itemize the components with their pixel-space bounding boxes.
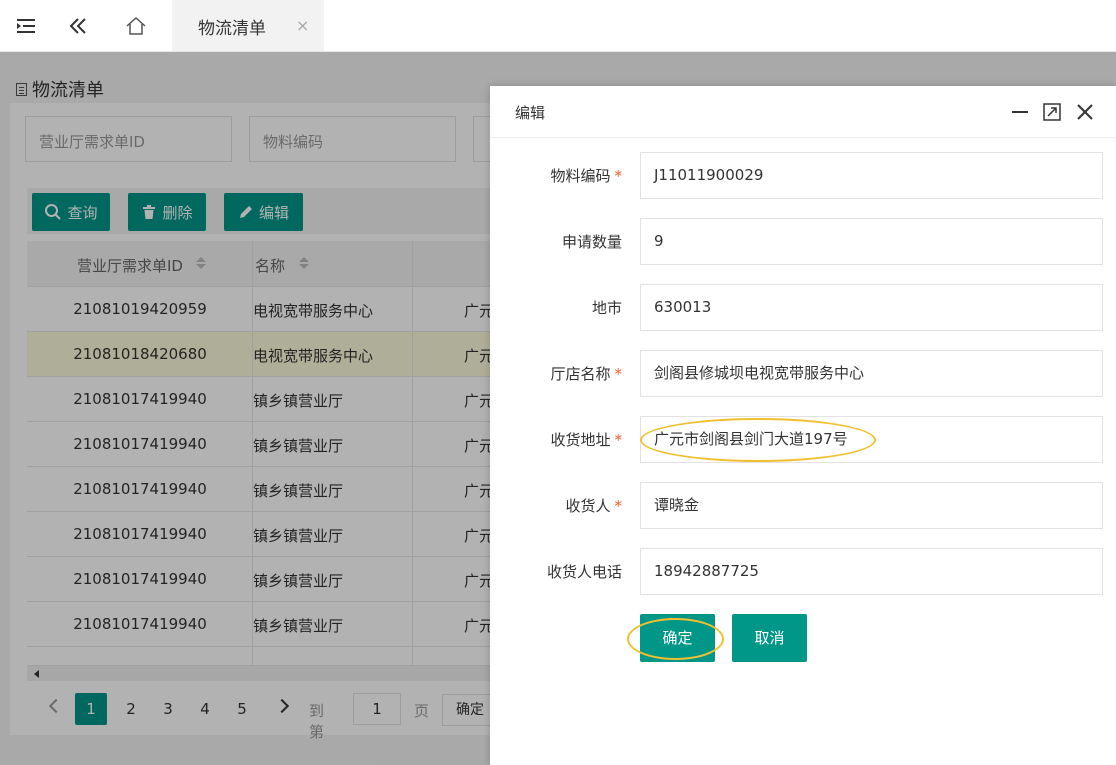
field-input[interactable]: 18942887725: [640, 548, 1103, 595]
tab-logistics-list[interactable]: 物流清单 ×: [172, 0, 324, 51]
field-label: 物料编码 *: [550, 165, 622, 186]
field-label-text: 申请数量: [561, 233, 622, 251]
field-label-text: 收货人: [565, 497, 611, 515]
form-row: 厅店名称 * 剑阁县修城坝电视宽带服务中心: [490, 350, 1116, 398]
form-row: 地市 630013: [490, 284, 1116, 332]
minimize-icon[interactable]: [1010, 102, 1030, 122]
field-label-text: 厅店名称: [550, 365, 611, 383]
field-label-text: 收货人电话: [546, 563, 622, 581]
field-label: 收货人电话: [547, 561, 622, 582]
address-highlight-annotation: [640, 418, 876, 462]
field-input[interactable]: 630013: [640, 284, 1103, 331]
required-mark: *: [614, 497, 623, 515]
dialog-header: 编辑: [490, 86, 1116, 138]
form-row: 申请数量 9: [490, 218, 1116, 266]
close-icon[interactable]: [1075, 102, 1095, 122]
close-icon[interactable]: ×: [296, 16, 309, 35]
top-bar: 物流清单 ×: [0, 0, 1116, 52]
field-label: 收货人 *: [565, 495, 622, 516]
home-button[interactable]: [110, 0, 162, 51]
menu-toggle-button[interactable]: [0, 0, 52, 51]
required-mark: *: [614, 365, 623, 383]
edit-dialog: 编辑 物料编码 * J11011900029 申请数量 9 地市 630013 厅店名称 * 剑阁…: [490, 86, 1116, 765]
field-label: 厅店名称 *: [550, 363, 622, 384]
field-label: 地市: [592, 297, 622, 318]
menu-icon: [17, 18, 35, 33]
field-label: 申请数量: [562, 231, 622, 252]
tab-label: 物流清单: [198, 19, 266, 39]
dialog-title: 编辑: [515, 104, 546, 122]
field-input[interactable]: 谭晓金: [640, 482, 1103, 529]
field-input[interactable]: 9: [640, 218, 1103, 265]
field-label-text: 地市: [591, 299, 622, 317]
form-row: 物料编码 * J11011900029: [490, 152, 1116, 200]
field-label-text: 收货地址: [550, 431, 611, 449]
maximize-icon[interactable]: [1042, 102, 1062, 122]
field-input[interactable]: J11011900029: [640, 152, 1103, 199]
required-mark: *: [614, 431, 623, 449]
cancel-button[interactable]: 取消: [732, 614, 807, 662]
required-mark: *: [614, 167, 623, 185]
field-label-text: 物料编码: [550, 167, 611, 185]
form-row: 收货人 * 谭晓金: [490, 482, 1116, 530]
confirm-highlight-annotation: [627, 618, 724, 660]
home-icon: [126, 16, 146, 35]
collapse-tabs-button[interactable]: [52, 0, 104, 51]
field-label: 收货地址 *: [550, 429, 622, 450]
field-input[interactable]: 剑阁县修城坝电视宽带服务中心: [640, 350, 1103, 397]
form-row: 收货人电话 18942887725: [490, 548, 1116, 596]
double-chevron-left-icon: [69, 17, 86, 34]
